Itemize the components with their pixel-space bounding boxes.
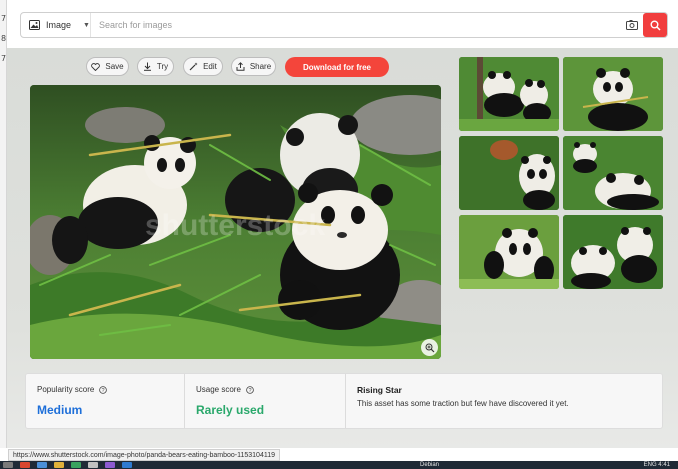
popularity-score-label: Popularity score [37, 385, 95, 394]
similar-image-thumbnail[interactable] [563, 215, 663, 289]
usage-score-label: Usage score [196, 385, 241, 394]
main-photo[interactable]: shutterstock [30, 85, 441, 359]
app-icon[interactable] [20, 462, 30, 468]
similar-image-thumbnail[interactable] [459, 136, 559, 210]
app-icon[interactable] [71, 462, 81, 468]
search-type-dropdown[interactable]: Image ▼ [21, 13, 91, 37]
edit-button[interactable]: Edit [183, 57, 223, 76]
share-button[interactable]: Share [231, 57, 276, 76]
taskbar-app-label[interactable]: Debian [420, 461, 439, 469]
app-icon[interactable] [88, 462, 98, 468]
search-type-label: Image [46, 20, 72, 30]
download-icon [143, 62, 151, 71]
popularity-score-value: Medium [37, 403, 83, 417]
edge-digit: 8 [0, 34, 7, 43]
edge-digit: 7 [0, 14, 7, 23]
similar-image-thumbnail[interactable] [563, 57, 663, 131]
taskbar-clock: ENG 4:41 [643, 462, 670, 468]
chevron-down-icon: ▼ [83, 21, 90, 29]
taskbar: Debian ENG 4:41 [0, 461, 678, 469]
zoom-in-icon [425, 343, 434, 352]
window-edge: 7 8 7 [0, 0, 7, 448]
camera-icon [626, 20, 638, 30]
share-label: Share [249, 62, 272, 71]
save-button[interactable]: Save [86, 57, 129, 76]
app-icon[interactable] [122, 462, 132, 468]
download-button[interactable]: Download for free [285, 57, 389, 77]
app-icon[interactable] [105, 462, 115, 468]
save-label: Save [105, 62, 124, 71]
help-icon[interactable]: ? [246, 385, 254, 394]
svg-text:?: ? [248, 388, 251, 394]
usage-score-value: Rarely used [196, 403, 265, 417]
help-icon[interactable]: ? [99, 385, 108, 394]
popularity-score: Popularity score ? Medium [26, 374, 184, 428]
try-label: Try [156, 62, 169, 71]
rising-star-title: Rising Star [357, 385, 402, 395]
search-bar: Image ▼ [20, 12, 668, 38]
search-icon [650, 20, 661, 31]
app-icon[interactable] [37, 462, 47, 468]
rising-star: Rising Star This asset has some traction… [345, 374, 662, 428]
edge-digit: 7 [0, 54, 7, 63]
svg-text:shutterstock: shutterstock [145, 209, 325, 242]
similar-image-thumbnail[interactable] [563, 136, 663, 210]
rising-star-description: This asset has some traction but few hav… [357, 399, 569, 408]
search-button[interactable] [643, 13, 667, 37]
app-icon[interactable] [54, 462, 64, 468]
svg-text:?: ? [102, 388, 105, 394]
zoom-button[interactable] [421, 339, 438, 356]
edit-label: Edit [203, 62, 217, 71]
similar-image-thumbnail[interactable] [459, 57, 559, 131]
visual-search-button[interactable] [621, 13, 643, 37]
start-icon[interactable] [3, 462, 13, 468]
share-icon [236, 62, 245, 71]
try-button[interactable]: Try [137, 57, 174, 76]
search-input[interactable] [91, 13, 621, 37]
similar-image-thumbnail[interactable] [459, 215, 559, 289]
heart-icon [91, 62, 101, 71]
usage-score: Usage score ? Rarely used [184, 374, 345, 428]
image-icon [29, 20, 40, 30]
magic-wand-icon [189, 62, 198, 71]
asset-stats-panel: Popularity score ? Medium Usage score ? … [25, 373, 663, 429]
status-bar-url: https://www.shutterstock.com/image-photo… [8, 449, 281, 461]
